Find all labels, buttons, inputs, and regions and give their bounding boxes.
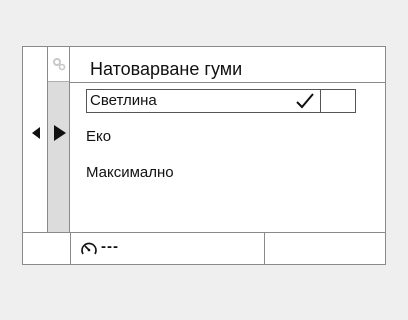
tire-pressure-value: --- [101,238,119,255]
settings-icon [53,58,66,71]
option-eko[interactable]: Еко [86,128,111,145]
arrow-right-icon[interactable] [54,125,66,141]
divider [70,82,385,83]
option-maksimalno[interactable]: Максимално [86,164,174,181]
divider [320,90,321,112]
option-label: Светлина [90,92,157,109]
arrow-left-icon[interactable] [32,127,40,139]
info-display: Натоварване гуми Светлина Еко Максимално… [22,46,386,265]
divider [264,233,265,264]
settings-tile [48,47,69,82]
option-svetlina[interactable]: Светлина [86,89,356,113]
page-title: Натоварване гуми [90,59,243,79]
divider [70,233,71,264]
checkmark-icon [296,93,314,109]
pressure-gauge-icon [81,242,97,255]
status-bar: --- [23,232,385,264]
